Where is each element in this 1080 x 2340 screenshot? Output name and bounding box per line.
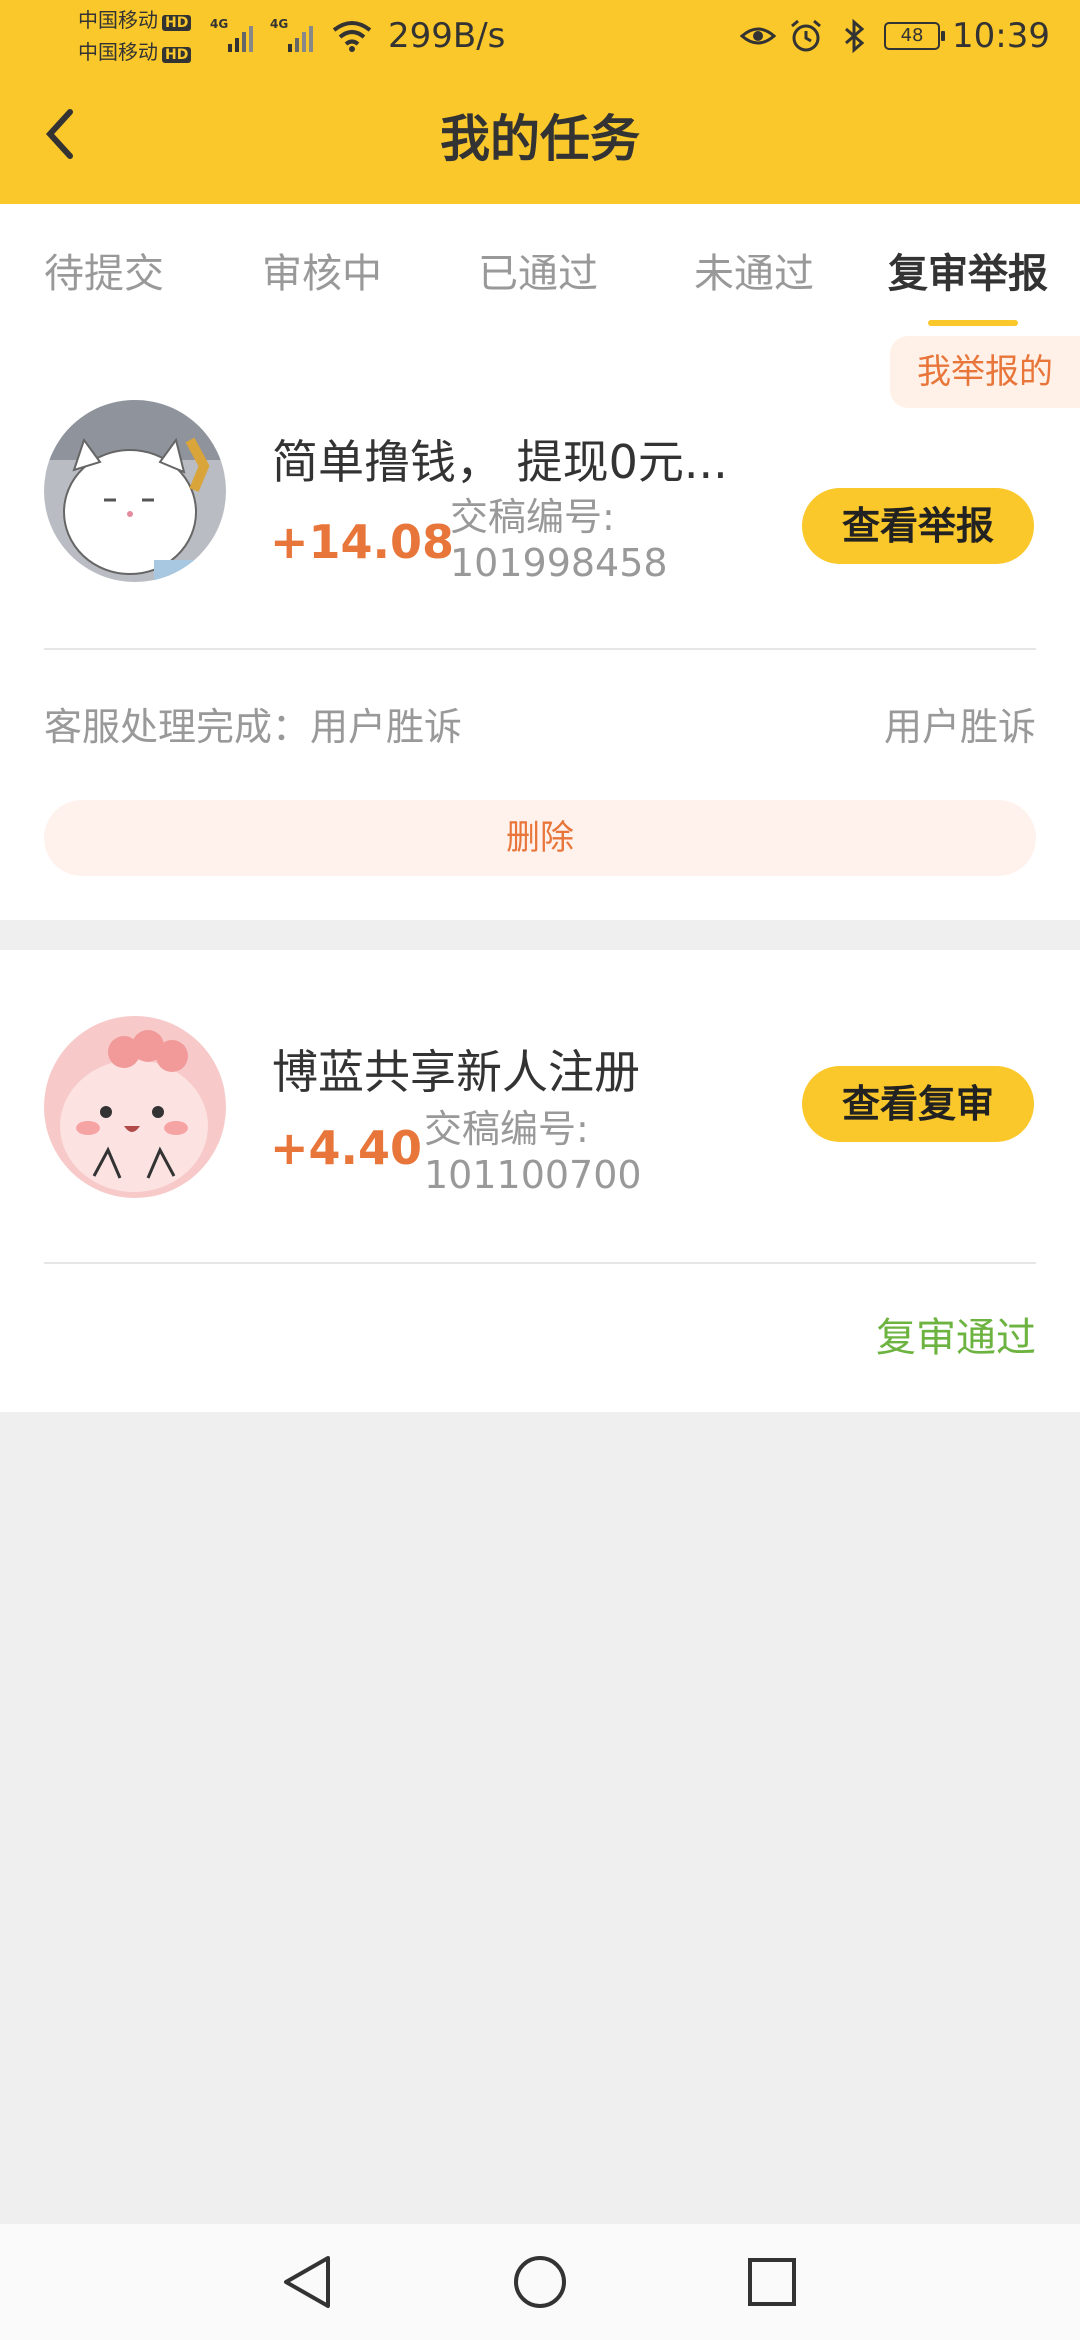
task-tabs: 待提交 审核中 已通过 未通过 复审举报	[0, 204, 1080, 330]
status-bar: 中国移动 HD 中国移动 HD 4G 4G 299B/s 48 10:39	[0, 0, 1080, 72]
carrier-label: 中国移动 HD	[78, 40, 192, 64]
back-triangle-icon[interactable]	[278, 2252, 338, 2312]
tab-rejected[interactable]: 未通过	[694, 244, 814, 304]
task-card: 我举报的 简单撸钱， 提现0元... +14.08 交稿编号: 10199845…	[0, 330, 1080, 920]
task-card: 博蓝共享新人注册 +4.40 交稿编号: 101100700 查看复审 复审通过	[0, 950, 1080, 1412]
tab-approved[interactable]: 已通过	[478, 244, 598, 304]
view-report-button[interactable]: 查看举报	[802, 488, 1034, 564]
carrier-name: 中国移动	[78, 40, 158, 64]
task-title[interactable]: 简单撸钱， 提现0元...	[272, 432, 728, 492]
carrier-name: 中国移动	[78, 8, 158, 32]
result-status: 用户胜诉	[883, 705, 1036, 749]
network-speed: 299B/s	[388, 16, 506, 56]
hd-badge: HD	[162, 47, 192, 63]
page-title: 我的任务	[440, 110, 640, 168]
view-review-button[interactable]: 查看复审	[802, 1066, 1034, 1142]
tab-pending-submit[interactable]: 待提交	[44, 244, 164, 304]
delete-button[interactable]: 删除	[44, 800, 1036, 876]
battery-icon: 48	[884, 22, 946, 50]
signal-icon: 4G	[270, 17, 313, 52]
code-label: 交稿编号:	[450, 495, 615, 539]
signal-icon: 4G	[210, 17, 253, 52]
svg-text:4G: 4G	[270, 17, 288, 31]
submission-code: 101100700	[424, 1153, 642, 1197]
app-header: 中国移动 HD 中国移动 HD 4G 4G 299B/s 48 10:39 我的…	[0, 0, 1080, 204]
tab-review-report[interactable]: 复审举报	[888, 244, 1048, 304]
code-label: 交稿编号:	[424, 1107, 589, 1151]
svg-text:4G: 4G	[210, 17, 228, 31]
system-nav-bar	[0, 2224, 1080, 2340]
task-amount: +14.08	[270, 515, 455, 569]
active-tab-indicator	[928, 320, 1018, 326]
home-circle-icon[interactable]	[510, 2252, 570, 2312]
review-passed-status: 复审通过	[876, 1315, 1036, 1361]
divider	[44, 648, 1036, 650]
task-title[interactable]: 博蓝共享新人注册	[272, 1042, 640, 1102]
status-icons: 48 10:39	[740, 12, 1050, 60]
alarm-icon	[791, 19, 821, 52]
task-avatar	[44, 1016, 226, 1198]
my-reports-tag[interactable]: 我举报的	[890, 336, 1080, 408]
carrier-label: 中国移动 HD	[78, 8, 192, 32]
eye-icon	[740, 27, 777, 45]
task-amount: +4.40	[270, 1121, 423, 1175]
clock: 10:39	[952, 16, 1050, 56]
divider	[44, 1262, 1036, 1264]
service-result-text: 客服处理完成：用户胜诉	[44, 705, 463, 749]
tab-under-review[interactable]: 审核中	[262, 244, 382, 304]
recents-square-icon[interactable]	[742, 2252, 802, 2312]
wifi-icon	[332, 21, 372, 52]
submission-code: 101998458	[450, 541, 668, 585]
bluetooth-icon	[845, 18, 865, 54]
hd-badge: HD	[162, 15, 192, 31]
task-avatar	[44, 400, 226, 582]
